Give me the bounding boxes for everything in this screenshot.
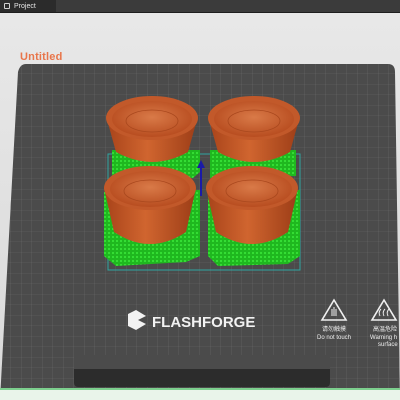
svg-text:Warning h: Warning h (370, 335, 397, 341)
model-object-1[interactable] (106, 96, 198, 162)
project-name-label: Untitled (20, 51, 63, 63)
svg-text:请勿触摸: 请勿触摸 (322, 325, 346, 333)
model-object-3[interactable] (104, 166, 196, 244)
model-object-2[interactable] (208, 96, 300, 162)
brand-logo-text: FLASHFORGE (152, 314, 255, 331)
bottom-status-strip (0, 388, 400, 400)
svg-text:高温危险: 高温危险 (373, 325, 397, 333)
svg-text:surface: surface (378, 342, 398, 348)
model-object-4[interactable] (206, 166, 298, 244)
svg-text:Do not touch: Do not touch (317, 335, 351, 341)
